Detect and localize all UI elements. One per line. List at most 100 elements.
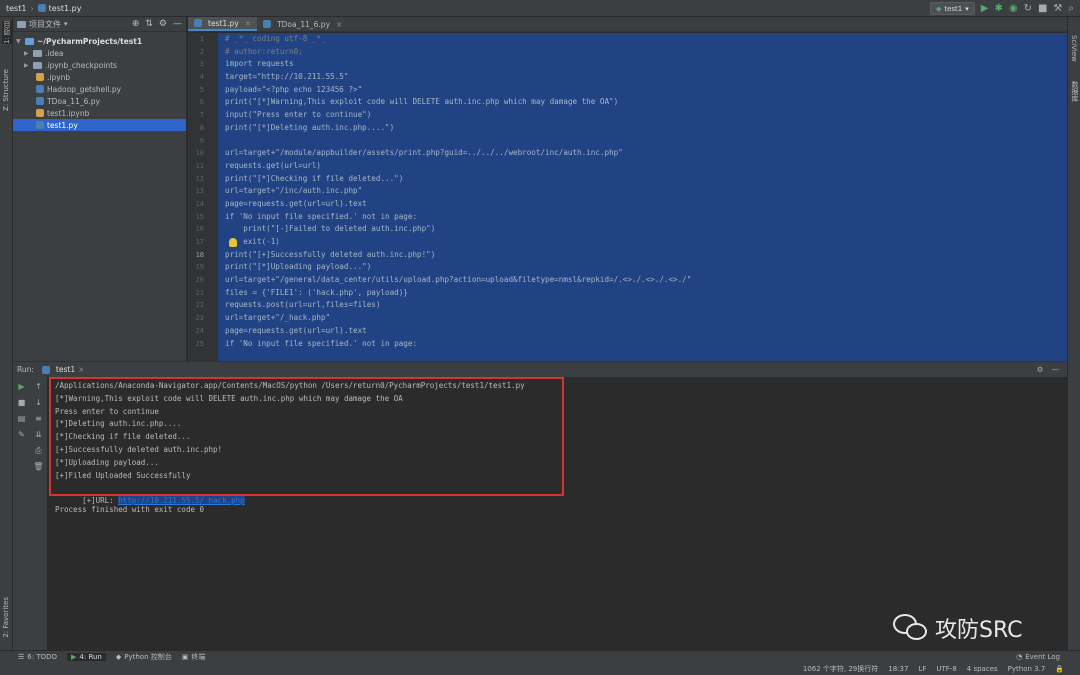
python-file-icon [263,20,272,28]
terminal-icon: ▣ [181,653,189,661]
line-number: 24 [195,326,204,335]
print-icon[interactable]: ⎙ [30,444,47,457]
folder-icon [17,20,26,28]
soft-wrap-icon[interactable]: ≡ [30,412,47,425]
wrench-icon[interactable]: ⚒ [1053,3,1062,14]
todo-tool-button[interactable]: ☰ 6: TODO [18,653,57,661]
hide-icon[interactable]: — [1052,365,1060,374]
gear-icon[interactable]: ⚙ [1037,365,1044,374]
favorites-tool-tab[interactable]: 2: Favorites [2,597,10,638]
project-panel-header: 项目文件 ▾ ⊕ ⇅ ⚙ — [13,17,186,32]
collapse-icon[interactable]: ⇅ [145,19,153,29]
toolbar-right: ◆ test1 ▾ ▶ ✱ ◉ ↻ ■ ⚒ ⌕ [929,1,1074,16]
tree-item-root[interactable]: ▼ ~/PycharmProjects/test1 [13,35,186,47]
code-line: import requests [225,59,294,69]
run-tool-button[interactable]: ▶ 4: Run [67,653,106,661]
rerun-icon[interactable]: ▶ [13,380,30,393]
run-config-label: test1 [944,4,963,13]
python-file-icon [41,365,50,374]
event-log-button[interactable]: ◔ Event Log [1016,653,1060,661]
code-line: page=requests.get(url=url).text [225,198,367,208]
stop-icon[interactable]: ■ [13,396,30,409]
locate-icon[interactable]: ⊕ [132,19,140,29]
tab-label: test1.py [208,18,239,28]
line-number: 21 [195,288,204,297]
cursor-position[interactable]: 18:37 [888,665,908,673]
search-icon[interactable]: ⌕ [1068,3,1074,14]
editor: test1.py × TDoa_11_6.py × 1 2 3 4 5 6 7 8 9 10 11 1… [188,17,1067,361]
line-number-gutter: 1 2 3 4 5 6 7 8 9 10 11 12 13 14 15 16 17 18 19 20 21 22 23 24 2… [188,33,218,361]
hide-icon[interactable]: — [173,19,182,29]
run-tab[interactable]: test1 × [41,365,84,374]
scroll-to-end-icon[interactable]: ⇊ [30,428,47,441]
python-interpreter[interactable]: Python 3.7 [1008,665,1046,673]
layout-icon[interactable]: ▤ [13,412,30,425]
file-encoding[interactable]: UTF-8 [936,665,956,673]
debug-icon[interactable]: ✱ [994,3,1002,14]
python-icon: ◆ [115,653,122,661]
database-tool-tab[interactable]: 数据库 [1070,81,1080,102]
gear-icon[interactable]: ⚙ [159,19,167,29]
lock-icon[interactable]: 🔒 [1055,665,1064,673]
tree-item-test1-py[interactable]: test1.py [13,119,186,131]
pin-icon[interactable]: ✎ [13,428,30,441]
close-icon[interactable]: × [336,20,342,29]
code-line: if 'No input file specified.' not in pag… [225,211,418,221]
project-panel-tools: ⊕ ⇅ ⚙ — [132,19,182,29]
close-icon[interactable]: × [78,365,84,374]
line-number: 20 [195,276,204,285]
tree-item-hadoop-getshell[interactable]: Hadoop_getshell.py [13,83,186,95]
breadcrumb-file[interactable]: test1.py [49,4,82,13]
console-output[interactable]: /Applications/Anaconda-Navigator.app/Con… [49,377,1067,651]
exit-message: Process finished with exit code 0 [55,505,205,514]
code-line: url=target+"/inc/auth.inc.php" [225,186,363,196]
code-line: print("[*]Checking if file deleted...") [225,173,404,183]
close-icon[interactable]: × [245,19,251,28]
tree-item-label: test1.py [47,120,78,130]
breadcrumb-project[interactable]: test1 [6,4,26,13]
chevron-down-icon[interactable]: ▾ [64,20,68,28]
profile-icon[interactable]: ↻ [1024,3,1032,14]
tree-item-ipynb[interactable]: .ipynb [13,71,186,83]
run-config-dropdown[interactable]: ◆ test1 ▾ [929,2,975,15]
line-number: 7 [199,111,204,120]
structure-tool-tab[interactable]: Z: Structure [2,69,10,111]
tree-item-idea[interactable]: ▶ .idea [13,47,186,59]
up-arrow-icon[interactable]: ↑ [30,380,47,393]
code-line: files = {'FILE1': ('hack.php', payload)} [225,287,408,297]
tab-test1-py[interactable]: test1.py × [188,17,258,31]
tree-item-test1-ipynb[interactable]: test1.ipynb [13,107,186,119]
tree-item-label: ~/PycharmProjects/test1 [37,36,143,46]
line-number: 6 [199,98,204,107]
run-toolbar-left: ▶ ■ ▤ ✎ [13,377,30,651]
code-line: print("[*]Deleting auth.inc.php....") [225,122,395,132]
tree-item-tdoa[interactable]: TDoa_11_6.py [13,95,186,107]
line-number: 12 [195,174,204,183]
notebook-file-icon [36,109,44,117]
sciview-tool-tab[interactable]: SciView [1070,35,1078,62]
tree-item-label: .ipynb_checkpoints [45,60,117,70]
trash-icon[interactable]: 🗑 [30,460,47,473]
stop-icon[interactable]: ■ [1038,3,1047,14]
tab-tdoa-py[interactable]: TDoa_11_6.py × [257,17,348,31]
code-area[interactable]: # _*_ coding utf-8 _*_ # author:return0; i… [218,33,1067,361]
line-separator[interactable]: LF [918,665,926,673]
code-line: payload="<?php echo 123456 ?>" [225,84,363,94]
code-line: print("[*]Uploading payload...") [225,262,372,272]
run-icon[interactable]: ▶ [981,3,989,14]
terminal-button[interactable]: ▣ 终端 [182,652,206,662]
tree-item-ipynb-checkpoints[interactable]: ▶ .ipynb_checkpoints [13,59,186,71]
down-arrow-icon[interactable]: ↓ [30,396,47,409]
line-number: 4 [199,73,204,82]
coverage-icon[interactable]: ◉ [1009,3,1018,14]
line-number: 15 [195,212,204,221]
python-console-button[interactable]: ◆ Python 控制台 [116,652,172,662]
code-line: page=requests.get(url=url).text [225,325,367,335]
code-line: exit(-1) [225,237,280,246]
code-line: requests.get(url=url) [225,160,322,170]
event-log-icon: ◔ [1016,653,1023,661]
project-tool-tab[interactable]: 1: 项目 [2,21,12,45]
indent-setting[interactable]: 4 spaces [967,665,998,673]
lightbulb-icon[interactable] [229,238,237,247]
project-panel-title[interactable]: 项目文件 [29,19,61,30]
